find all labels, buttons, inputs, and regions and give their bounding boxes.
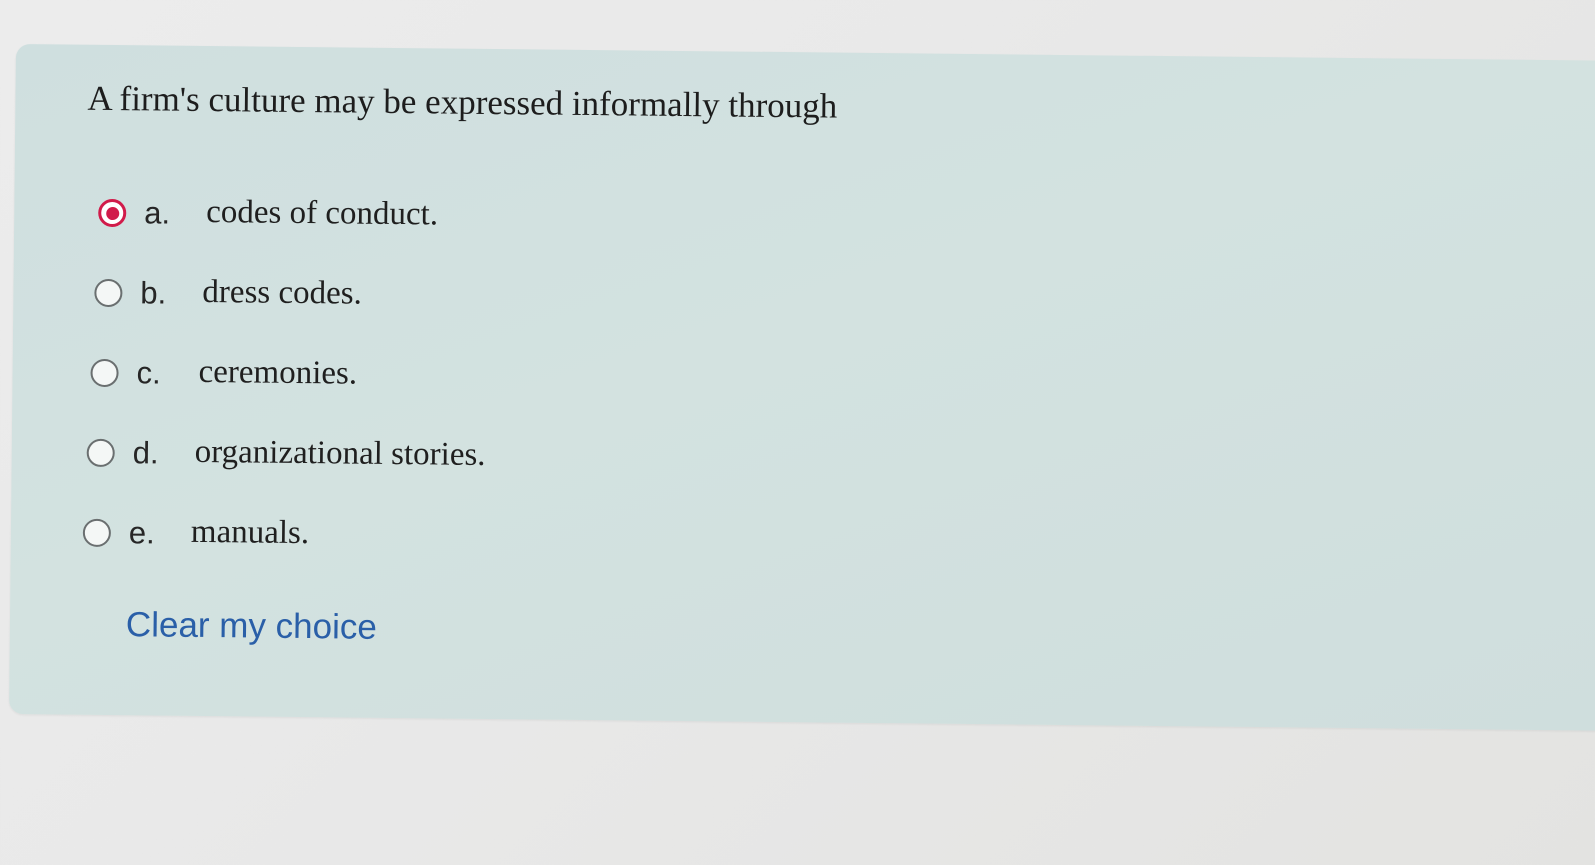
option-b-text[interactable]: dress codes.: [202, 274, 362, 313]
option-d[interactable]: d. organizational stories.: [86, 434, 486, 515]
radio-option-a[interactable]: [98, 198, 127, 228]
radio-option-d[interactable]: [86, 438, 115, 468]
option-a[interactable]: a. codes of conduct.: [98, 194, 438, 275]
option-c-text[interactable]: ceremonies.: [198, 354, 357, 393]
option-a-letter: a.: [144, 195, 171, 231]
radio-option-c[interactable]: [90, 358, 119, 388]
option-c[interactable]: c. ceremonies.: [90, 354, 357, 435]
radio-option-b[interactable]: [94, 278, 123, 308]
answer-options: a. codes of conduct. b. dress codes. c. …: [82, 194, 486, 595]
option-a-text[interactable]: codes of conduct.: [206, 194, 438, 233]
radio-option-e[interactable]: [82, 518, 112, 548]
option-e-text[interactable]: manuals.: [191, 514, 310, 552]
option-d-text[interactable]: organizational stories.: [195, 434, 486, 474]
clear-choice-link[interactable]: Clear my choice: [126, 605, 377, 648]
question-text: A firm's culture may be expressed inform…: [87, 78, 838, 126]
option-d-letter: d.: [132, 435, 159, 471]
option-b[interactable]: b. dress codes.: [94, 274, 362, 355]
question-panel: A firm's culture may be expressed inform…: [8, 44, 1595, 731]
option-b-letter: b.: [140, 275, 167, 311]
option-e-letter: e.: [128, 515, 155, 551]
option-c-letter: c.: [136, 355, 161, 391]
option-e[interactable]: e. manuals.: [82, 514, 309, 595]
